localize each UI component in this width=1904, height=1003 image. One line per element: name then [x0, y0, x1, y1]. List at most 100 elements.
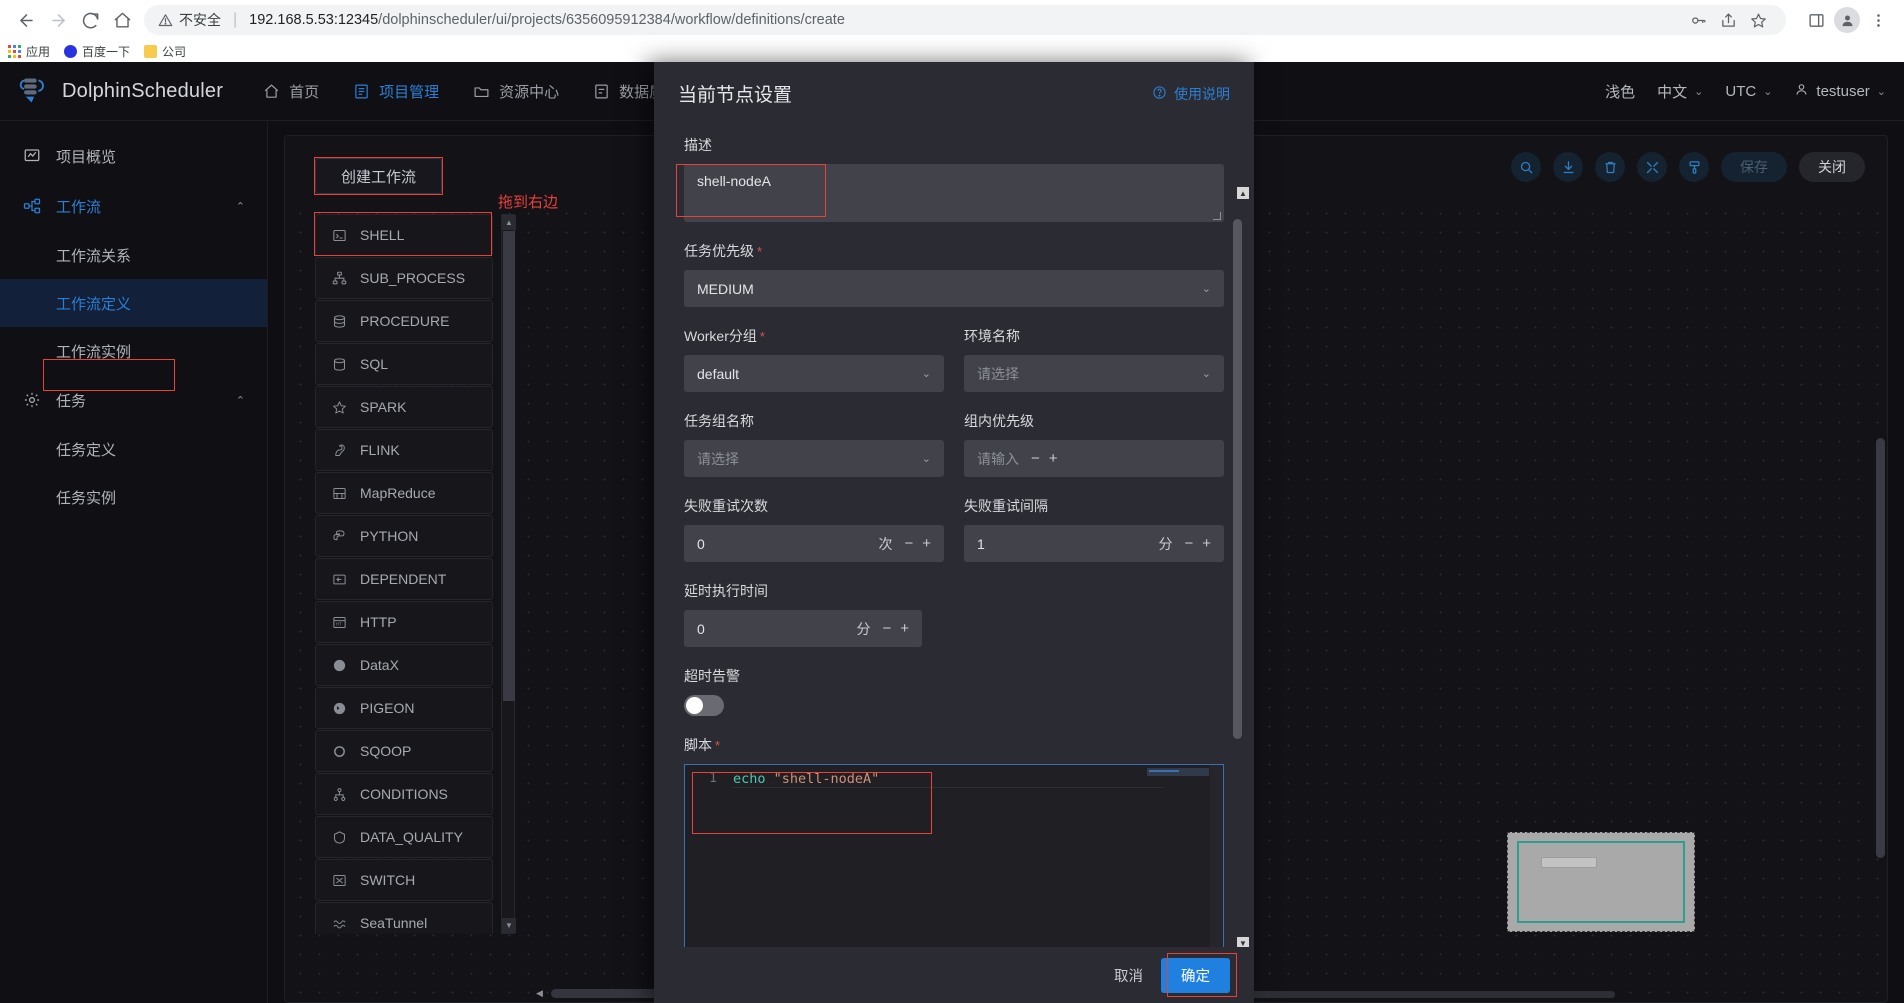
sidebar-item-workflow-relation[interactable]: 工作流关系	[0, 231, 267, 279]
task-type-python[interactable]: PYTHON	[315, 515, 493, 557]
sidebar-item-workflow-instance[interactable]: 工作流实例	[0, 327, 267, 375]
url-host: 192.168.5.53:12345	[249, 12, 379, 28]
topnav-label: 项目管理	[379, 83, 440, 101]
fullscreen-icon[interactable]	[1637, 152, 1667, 182]
scrollbar-thumb[interactable]	[1876, 438, 1885, 858]
increment-icon[interactable]: +	[922, 535, 931, 552]
resize-handle-icon[interactable]	[1213, 212, 1221, 220]
retry-times-input[interactable]: 0 次 − +	[684, 525, 944, 562]
task-type-conditions[interactable]: CONDITIONS	[315, 773, 493, 815]
scroll-down-arrow-icon[interactable]: ▼	[502, 918, 516, 933]
description-textarea[interactable]: shell-nodeA	[684, 164, 1224, 222]
decrement-icon[interactable]: −	[1184, 535, 1193, 552]
increment-icon[interactable]: +	[1049, 450, 1058, 467]
canvas-vertical-scrollbar[interactable]	[1876, 438, 1885, 1002]
sidebar-item-workflow-definition[interactable]: 工作流定义	[0, 279, 267, 327]
environment-name-select[interactable]: 请选择 ⌄	[964, 355, 1224, 392]
format-icon[interactable]	[1679, 152, 1709, 182]
modal-scroll-down-arrow-icon[interactable]: ▼	[1237, 937, 1249, 947]
decrement-icon[interactable]: −	[882, 620, 891, 637]
sidebar-group-task[interactable]: 任务 ⌃	[0, 375, 267, 425]
scroll-left-arrow-icon[interactable]: ◀	[533, 987, 546, 1000]
task-type-data-quality[interactable]: DATA_QUALITY	[315, 816, 493, 858]
profile-avatar-icon[interactable]	[1834, 7, 1860, 33]
group-priority-input[interactable]: 请输入 − +	[964, 440, 1224, 477]
chevron-down-icon: ⌄	[1694, 85, 1704, 98]
bookmark-apps[interactable]: 应用	[8, 43, 50, 60]
task-priority-select[interactable]: MEDIUM ⌄	[684, 270, 1224, 307]
task-type-spark[interactable]: SPARK	[315, 386, 493, 428]
retry-times-stepper[interactable]: − +	[904, 535, 931, 552]
bookmark-company[interactable]: 公司	[144, 43, 186, 60]
task-type-shell[interactable]: SHELL	[315, 214, 493, 256]
confirm-button[interactable]: 确定	[1161, 957, 1230, 993]
brand-logo[interactable]: DolphinScheduler	[18, 73, 223, 110]
topnav-item-resource-center[interactable]: 资源中心	[473, 81, 559, 102]
palette-scrollbar[interactable]: ▲ ▼	[501, 214, 516, 934]
code-editor-scrollbar[interactable]	[1210, 765, 1223, 947]
key-icon[interactable]	[1684, 6, 1712, 34]
trash-icon[interactable]	[1595, 152, 1625, 182]
increment-icon[interactable]: +	[1202, 535, 1211, 552]
timeout-alarm-toggle[interactable]	[684, 695, 724, 716]
retry-interval-input[interactable]: 1 分 − +	[964, 525, 1224, 562]
decrement-icon[interactable]: −	[904, 535, 913, 552]
cancel-button[interactable]: 取消	[1114, 965, 1143, 986]
sidebar-item-project-overview[interactable]: 项目概览	[0, 131, 267, 181]
group-priority-stepper[interactable]: − +	[1031, 450, 1058, 467]
retry-interval-stepper[interactable]: − +	[1184, 535, 1211, 552]
usage-instructions-link[interactable]: 使用说明	[1152, 84, 1230, 104]
modal-body-scrollbar[interactable]	[1233, 205, 1248, 933]
topnav-item-home[interactable]: 首页	[263, 81, 319, 102]
theme-switcher[interactable]: 浅色	[1605, 81, 1635, 102]
task-type-http[interactable]: HT HTTP	[315, 601, 493, 643]
language-switcher[interactable]: 中文 ⌄	[1657, 81, 1703, 102]
share-icon[interactable]	[1714, 6, 1742, 34]
increment-icon[interactable]: +	[900, 620, 909, 637]
search-icon[interactable]	[1511, 152, 1541, 182]
task-type-procedure[interactable]: PROCEDURE	[315, 300, 493, 342]
task-type-sqoop[interactable]: SQOOP	[315, 730, 493, 772]
star-icon[interactable]	[1744, 6, 1772, 34]
task-type-mapreduce[interactable]: MapReduce	[315, 472, 493, 514]
save-button[interactable]: 保存	[1721, 152, 1787, 182]
scroll-up-arrow-icon[interactable]: ▲	[502, 215, 516, 230]
screenshot-root: 不安全 | 192.168.5.53:12345/dolphinschedule…	[0, 0, 1904, 1003]
home-icon[interactable]	[106, 4, 138, 36]
sidebar-item-task-instance[interactable]: 任务实例	[0, 473, 267, 521]
task-type-datax[interactable]: DataX	[315, 644, 493, 686]
decrement-icon[interactable]: −	[1031, 450, 1040, 467]
task-type-sql[interactable]: SQL	[315, 343, 493, 385]
worker-group-select[interactable]: default ⌄	[684, 355, 944, 392]
sidebar-group-workflow[interactable]: 工作流 ⌃	[0, 181, 267, 231]
back-arrow-icon[interactable]	[10, 4, 42, 36]
task-type-seatunnel[interactable]: SeaTunnel	[315, 902, 493, 934]
topnav-item-project-management[interactable]: 项目管理	[353, 81, 439, 102]
close-button[interactable]: 关闭	[1799, 152, 1865, 182]
side-panel-icon[interactable]	[1800, 4, 1832, 36]
task-type-dependent[interactable]: DEPENDENT	[315, 558, 493, 600]
address-bar[interactable]: 不安全 | 192.168.5.53:12345/dolphinschedule…	[144, 5, 1786, 35]
download-icon[interactable]	[1553, 152, 1583, 182]
task-type-switch[interactable]: SWITCH	[315, 859, 493, 901]
three-dot-menu-icon[interactable]	[1862, 4, 1894, 36]
task-type-flink[interactable]: FLINK	[315, 429, 493, 471]
field-delay-time: 延时执行时间 0 分 − +	[684, 581, 1224, 647]
sidebar-item-task-definition[interactable]: 任务定义	[0, 425, 267, 473]
timezone-switcher[interactable]: UTC ⌄	[1725, 83, 1772, 100]
modal-scroll-up-arrow-icon[interactable]: ▲	[1237, 187, 1249, 199]
task-type-sub-process[interactable]: SUB_PROCESS	[315, 257, 493, 299]
forward-arrow-icon[interactable]	[42, 4, 74, 36]
task-group-name-select[interactable]: 请选择 ⌄	[684, 440, 944, 477]
canvas-minimap[interactable]	[1507, 832, 1695, 932]
reload-icon[interactable]	[74, 4, 106, 36]
create-workflow-button[interactable]: 创建工作流	[315, 158, 442, 194]
delay-time-input[interactable]: 0 分 − +	[684, 610, 922, 647]
script-code-editor[interactable]: 1 echo "shell-nodeA"	[684, 764, 1224, 947]
delay-time-stepper[interactable]: − +	[882, 620, 909, 637]
modal-scrollbar-thumb[interactable]	[1233, 219, 1242, 739]
palette-scrollbar-thumb[interactable]	[503, 231, 515, 701]
user-menu[interactable]: testuser ⌄	[1794, 82, 1886, 101]
bookmark-baidu[interactable]: 百度一下	[64, 43, 130, 60]
task-type-pigeon[interactable]: PIGEON	[315, 687, 493, 729]
